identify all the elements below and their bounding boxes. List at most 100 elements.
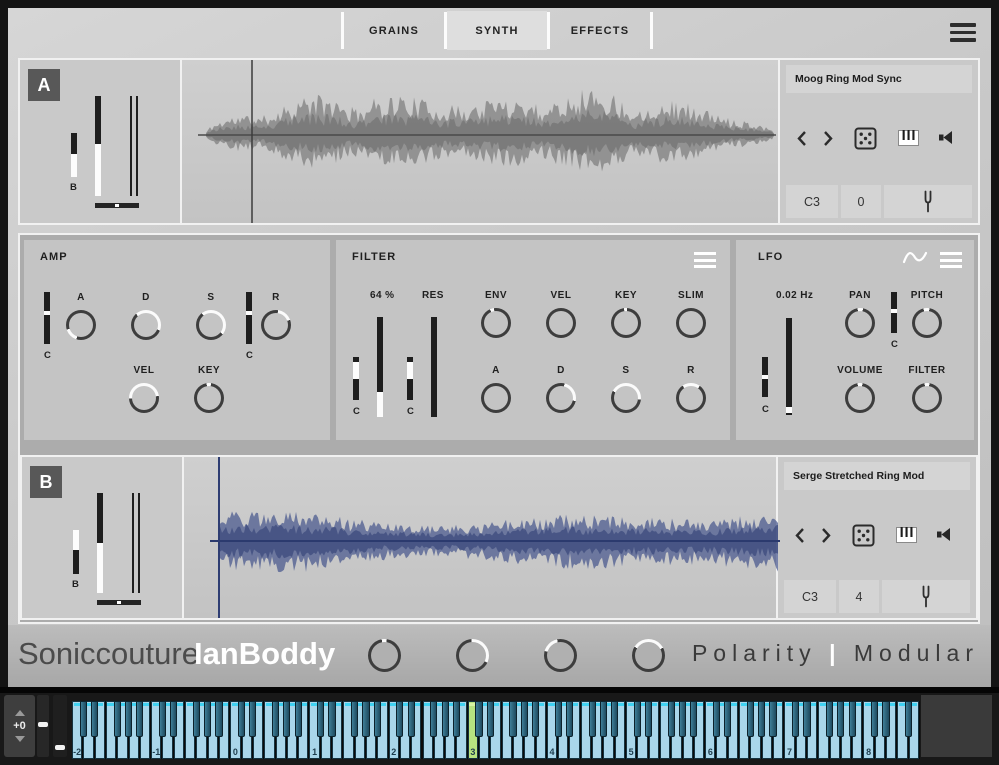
piano-key-black[interactable]: [803, 701, 810, 737]
layer-b-aux-slider[interactable]: [138, 493, 140, 593]
piano-key-black[interactable]: [475, 701, 482, 737]
keyboard-keys[interactable]: -2-1012345678: [72, 701, 920, 759]
macro-knob-2[interactable]: [456, 639, 489, 672]
lfo-filter-knob[interactable]: FILTER: [905, 365, 949, 413]
lfo-rate-slider[interactable]: [786, 318, 792, 415]
random-sample-dice-icon[interactable]: [854, 127, 877, 155]
piano-key-black[interactable]: [125, 701, 132, 737]
macro-knob-3[interactable]: [544, 639, 577, 672]
lfo-pitch-knob[interactable]: PITCH: [905, 290, 949, 338]
filter-release-knob[interactable]: R: [669, 365, 713, 413]
layer-a-aux-slider[interactable]: [136, 96, 138, 196]
layer-a-aux-slider[interactable]: [130, 96, 132, 196]
piano-key-black[interactable]: [792, 701, 799, 737]
keyboard-map-piano-icon[interactable]: [896, 527, 917, 548]
prev-sample-chevron-left-icon[interactable]: [794, 527, 806, 549]
piano-key-black[interactable]: [272, 701, 279, 737]
scrollbar-handle[interactable]: [38, 722, 48, 727]
layer-a-waveform[interactable]: [182, 60, 778, 223]
piano-key-black[interactable]: [758, 701, 765, 737]
lfo-volume-knob[interactable]: VOLUME: [838, 365, 882, 413]
piano-key-black[interactable]: [80, 701, 87, 737]
piano-key-black[interactable]: [690, 701, 697, 737]
layer-b-sample-name[interactable]: Serge Stretched Ring Mod: [784, 462, 970, 490]
piano-key-black[interactable]: [249, 701, 256, 737]
piano-key-black[interactable]: [362, 701, 369, 737]
piano-key-black[interactable]: [114, 701, 121, 737]
lfo-menu-hamburger-icon[interactable]: [940, 252, 962, 272]
piano-key-black[interactable]: [159, 701, 166, 737]
piano-key-black[interactable]: [555, 701, 562, 737]
piano-key-black[interactable]: [283, 701, 290, 737]
layer-a-pan-slider[interactable]: [95, 203, 139, 208]
piano-key-black[interactable]: [882, 701, 889, 737]
filter-keytrack-knob[interactable]: KEY: [604, 290, 648, 338]
layer-b-blend-mini-slider[interactable]: [73, 530, 79, 574]
piano-key-black[interactable]: [634, 701, 641, 737]
piano-key-black[interactable]: [351, 701, 358, 737]
scrollbar-handle[interactable]: [55, 745, 65, 750]
piano-key-black[interactable]: [238, 701, 245, 737]
layer-a-tune-cell[interactable]: [884, 185, 972, 218]
piano-key-black[interactable]: [645, 701, 652, 737]
piano-key-black[interactable]: [521, 701, 528, 737]
piano-key-black[interactable]: [453, 701, 460, 737]
lfo-rate-c-slider[interactable]: [762, 357, 768, 397]
layer-b-level-slider[interactable]: [97, 493, 103, 593]
amp-attack-c-slider[interactable]: [44, 292, 50, 344]
piano-key-black[interactable]: [136, 701, 143, 737]
lfo-pitch-c-slider[interactable]: [891, 292, 897, 333]
tab-effects[interactable]: EFFECTS: [550, 11, 650, 50]
keyboard-vzoom-scrollbar[interactable]: [37, 695, 49, 757]
filter-slim-knob[interactable]: SLIM: [669, 290, 713, 338]
piano-key-black[interactable]: [600, 701, 607, 737]
macro-knob-4[interactable]: [632, 639, 665, 672]
layer-a-sample-name[interactable]: Moog Ring Mod Sync: [786, 65, 972, 93]
layer-a-tune-offset[interactable]: 0: [841, 185, 881, 218]
piano-key-black[interactable]: [374, 701, 381, 737]
tab-synth[interactable]: SYNTH: [447, 11, 547, 50]
piano-key-black[interactable]: [769, 701, 776, 737]
layer-b-tune-offset[interactable]: 4: [839, 580, 879, 613]
piano-key-black[interactable]: [826, 701, 833, 737]
keyboard-map-piano-icon[interactable]: [898, 130, 919, 151]
piano-key-black[interactable]: [295, 701, 302, 737]
transpose-up-arrow-icon[interactable]: [15, 710, 25, 716]
piano-key-black[interactable]: [589, 701, 596, 737]
layer-a-level-slider[interactable]: [95, 96, 101, 196]
piano-key-black[interactable]: [91, 701, 98, 737]
next-sample-chevron-right-icon[interactable]: [820, 527, 832, 549]
tab-grains[interactable]: GRAINS: [344, 11, 444, 50]
piano-key-black[interactable]: [328, 701, 335, 737]
piano-key-black[interactable]: [849, 701, 856, 737]
layer-b-tune-cell[interactable]: [882, 580, 970, 613]
piano-key-black[interactable]: [215, 701, 222, 737]
audition-speaker-icon[interactable]: [936, 526, 956, 548]
transpose-down-arrow-icon[interactable]: [15, 736, 25, 742]
piano-key-black[interactable]: [204, 701, 211, 737]
filter-attack-knob[interactable]: A: [474, 365, 518, 413]
piano-key-black[interactable]: [509, 701, 516, 737]
macro-knob-1[interactable]: [368, 639, 401, 672]
layer-b-root-key[interactable]: C3: [784, 580, 836, 613]
piano-key-black[interactable]: [193, 701, 200, 737]
filter-cutoff-c-slider[interactable]: [353, 357, 359, 400]
piano-key-black[interactable]: [668, 701, 675, 737]
amp-attack-knob[interactable]: A: [59, 292, 103, 340]
lfo-pan-knob[interactable]: PAN: [838, 290, 882, 338]
amp-release-c-slider[interactable]: [246, 292, 252, 344]
amp-velocity-knob[interactable]: VEL: [122, 365, 166, 413]
main-menu-hamburger-icon[interactable]: [950, 23, 976, 46]
layer-a-root-key[interactable]: C3: [786, 185, 838, 218]
piano-key-black[interactable]: [724, 701, 731, 737]
filter-velocity-knob[interactable]: VEL: [539, 290, 583, 338]
filter-menu-hamburger-icon[interactable]: [694, 252, 716, 272]
amp-release-knob[interactable]: R: [254, 292, 298, 340]
piano-key-black[interactable]: [747, 701, 754, 737]
piano-key-black[interactable]: [611, 701, 618, 737]
piano-key-black[interactable]: [396, 701, 403, 737]
layer-b-pan-slider[interactable]: [97, 600, 141, 605]
next-sample-chevron-right-icon[interactable]: [822, 130, 834, 152]
piano-key-black[interactable]: [905, 701, 912, 737]
layer-b-waveform[interactable]: [184, 457, 780, 618]
